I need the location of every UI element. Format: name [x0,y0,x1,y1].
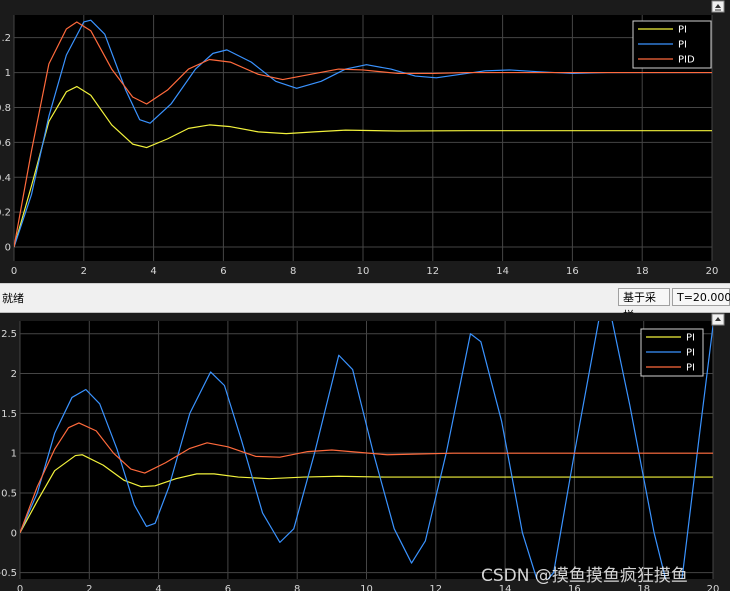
legend-label: PI [678,40,687,51]
y-tick-label: 0 [5,243,11,254]
y-tick-label: 0.8 [0,103,11,114]
x-tick-label: 18 [636,266,649,277]
status-text: 就绪 [2,292,24,305]
y-tick-label: 2.5 [1,329,17,340]
legend-label: PI [686,333,695,344]
x-tick-label: 4 [155,584,161,591]
x-tick-label: 16 [566,266,579,277]
watermark-text: CSDN @摸鱼摸鱼疯狂摸鱼 [481,566,688,586]
y-tick-label: 0.6 [0,138,11,149]
x-tick-label: 6 [220,266,226,277]
x-tick-label: 0 [17,584,23,591]
x-tick-label: 12 [429,584,442,591]
x-tick-label: 12 [426,266,439,277]
x-tick-label: 14 [496,266,509,277]
legend-label: PID [678,55,695,66]
y-tick-label: 0 [11,528,17,539]
scope-top-plot: 0 2 4 6 8 10 12 14 16 18 20 0 0.2 0.4 0.6 0.8 1 .2 PI PI PID [0,0,725,277]
y-tick-label: 1 [11,449,17,460]
x-tick-label: 20 [707,584,720,591]
x-tick-label: 8 [294,584,300,591]
x-tick-label: 4 [150,266,156,277]
legend-label: PI [686,348,695,359]
simulation-time-indicator: T=20.000 [672,288,730,306]
sample-mode-indicator: 基于采样 [618,288,670,322]
scope-top-panel: 0 2 4 6 8 10 12 14 16 18 20 0 0.2 0.4 0.6 0.8 1 .2 PI PI PID [0,0,730,283]
x-tick-label: 10 [357,266,370,277]
y-tick-label: 1 [5,68,11,79]
x-tick-label: 2 [86,584,92,591]
y-tick-label: 2 [11,369,17,380]
y-tick-label: 0.5 [1,489,17,500]
x-tick-label: 2 [81,266,87,277]
scope-bottom-plot: 02468101214161820-0.500.511.522.5PIPIPI [0,313,725,591]
x-tick-label: 0 [11,266,17,277]
x-tick-label: 8 [290,266,296,277]
legend-label: PI [678,25,687,36]
x-tick-label: 20 [706,266,719,277]
scope-bottom-panel: 02468101214161820-0.500.511.522.5PIPIPI [0,313,730,591]
y-tick-label: -0.5 [0,568,17,579]
y-tick-label: 0.4 [0,173,11,184]
x-tick-label: 10 [360,584,373,591]
y-tick-label: 0.2 [0,208,11,219]
legend-label: PI [686,363,695,374]
y-tick-label: .2 [1,33,11,44]
x-tick-label: 6 [225,584,231,591]
status-bar: 就绪 基于采样 T=20.000 [0,283,730,322]
y-tick-label: 1.5 [1,409,17,420]
